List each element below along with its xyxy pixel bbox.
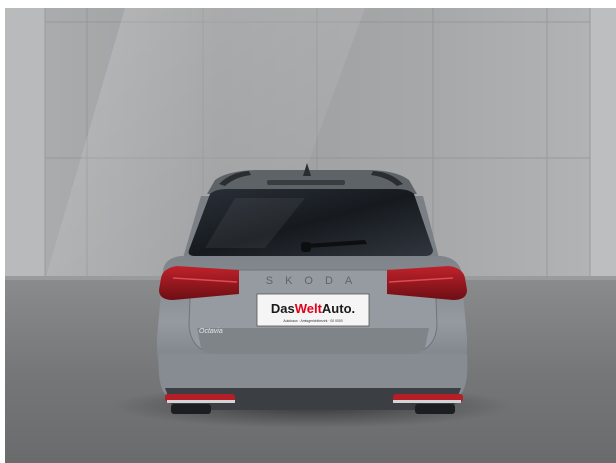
chrome-trim-left (167, 400, 235, 403)
taillight-left (159, 266, 239, 300)
plate-prefix: Das (271, 301, 295, 316)
side-wall-right (590, 8, 616, 280)
plate-highlight: Welt (295, 301, 323, 316)
plate-text: DasWeltAuto. (271, 301, 355, 316)
car: SKODA Octavia DasWeltAuto. Autohaus · Am… (156, 163, 468, 414)
wiper-pivot (301, 242, 311, 252)
plate-small-print: Autohaus · Amtsgerichtbezirk · 00 0000 (283, 319, 342, 323)
taillight-right (387, 266, 467, 300)
chrome-trim-right (393, 400, 461, 403)
tailgate-lower (197, 328, 429, 354)
side-wall-left (5, 8, 45, 280)
dealer-plate: DasWeltAuto. Autohaus · Amtsgerichtbezir… (256, 293, 370, 327)
tire-left (171, 404, 211, 414)
tire-right (415, 404, 455, 414)
brand-lettering: SKODA (266, 275, 365, 287)
plate-suffix: Auto. (322, 301, 355, 316)
model-script: Octavia (199, 328, 223, 335)
car-photo: SKODA Octavia DasWeltAuto. Autohaus · Am… (5, 8, 616, 463)
scene: SKODA Octavia DasWeltAuto. Autohaus · Am… (5, 8, 616, 463)
third-brake-light (267, 180, 345, 185)
